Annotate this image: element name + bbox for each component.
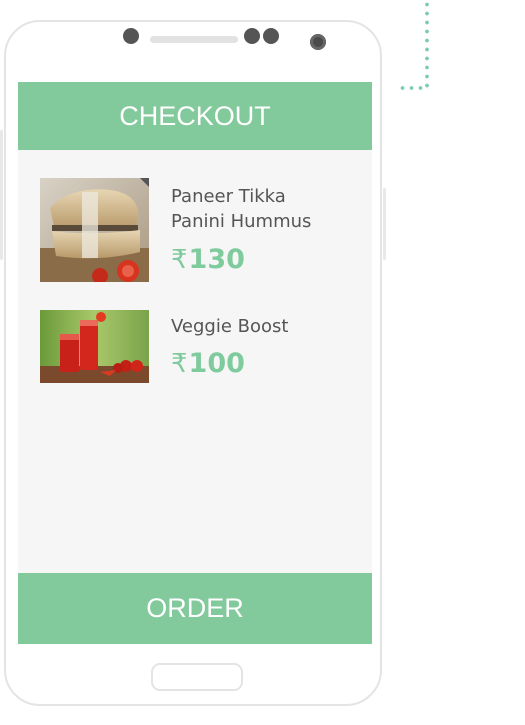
price-value: 100: [188, 348, 245, 379]
currency-symbol: ₹: [171, 245, 188, 275]
currency-symbol: ₹: [171, 349, 188, 379]
stage: CHECKOUT Paneer Tikka Panini Hummus ₹130…: [0, 0, 525, 725]
item-name: Veggie Boost: [171, 314, 351, 339]
sandwich-image: [40, 178, 149, 282]
item-price: ₹100: [171, 348, 245, 379]
app-screen: CHECKOUT Paneer Tikka Panini Hummus ₹130…: [18, 82, 372, 644]
item-name-line: Panini Hummus: [171, 211, 312, 232]
juice-image: [40, 310, 149, 383]
item-price: ₹130: [171, 244, 245, 275]
item-name-line: Veggie Boost: [171, 316, 289, 337]
phone-side-button: [0, 130, 3, 260]
sensor-icon: [244, 28, 260, 44]
order-button-label: ORDER: [146, 593, 244, 623]
decorative-dots: [425, 0, 429, 88]
checkout-header: CHECKOUT: [18, 82, 372, 150]
price-value: 130: [188, 244, 245, 275]
sandwich-photo: [40, 178, 149, 282]
tomato-juice-photo: [40, 310, 149, 383]
sensor-icon: [263, 28, 279, 44]
item-name-line: Paneer Tikka: [171, 186, 286, 207]
front-camera-icon: [310, 34, 326, 50]
order-button[interactable]: ORDER: [18, 573, 372, 644]
item-name: Paneer Tikka Panini Hummus: [171, 184, 351, 234]
camera-icon: [123, 28, 139, 44]
phone-side-button: [383, 188, 386, 260]
page-title: CHECKOUT: [119, 100, 271, 131]
decorative-dots: [398, 86, 428, 90]
home-button[interactable]: [151, 663, 243, 691]
speaker-grille: [150, 36, 238, 43]
